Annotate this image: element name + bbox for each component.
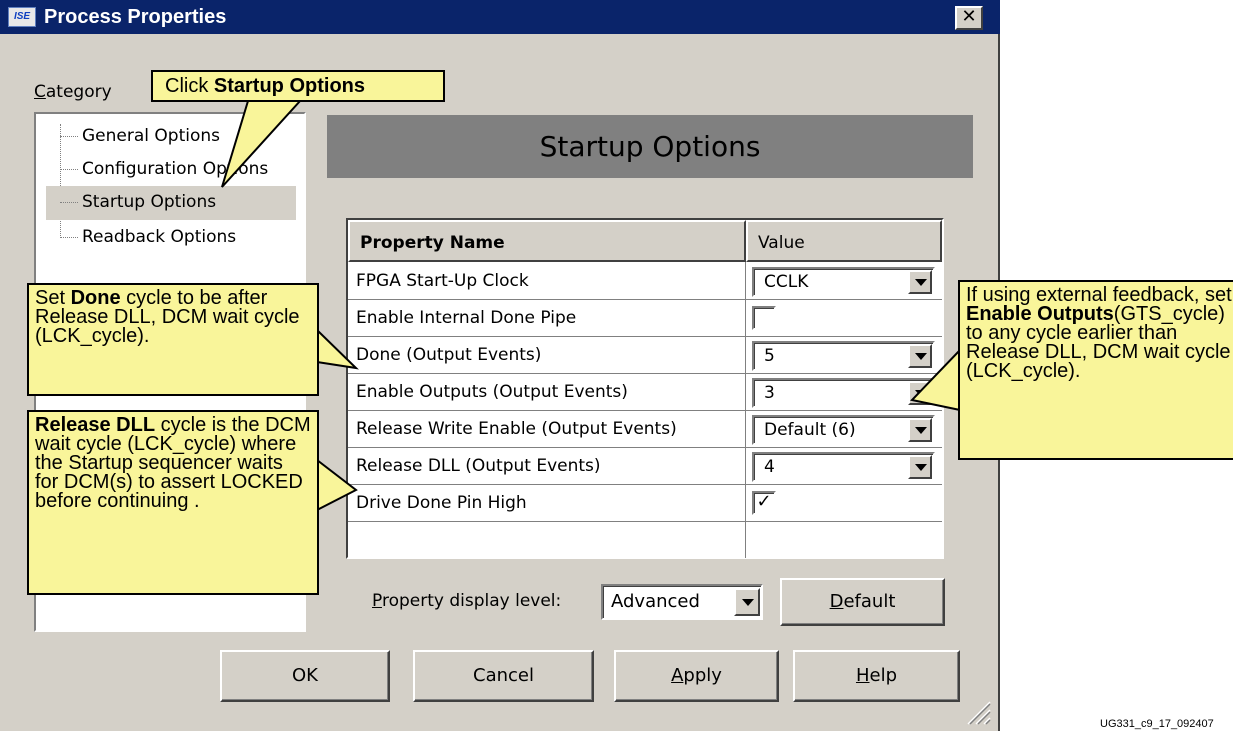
category-label: Category [34, 82, 112, 102]
callout-click-startup-options: Click Startup Options [151, 70, 445, 102]
select-value: Advanced [611, 591, 700, 612]
select-value: 5 [764, 346, 775, 366]
tree-item-label: Configuration Options [82, 159, 269, 179]
property-name-cell: Release Write Enable (Output Events) [356, 419, 677, 439]
tree-item-readback-options[interactable]: Readback Options [46, 221, 236, 253]
dropdown-arrow-icon[interactable] [908, 344, 932, 368]
section-title: Startup Options [539, 130, 761, 163]
tree-branch-icon [60, 153, 80, 185]
property-name-cell: Drive Done Pin High [356, 493, 527, 513]
apply-button[interactable]: Apply [614, 650, 779, 702]
cancel-button[interactable]: Cancel [413, 650, 594, 702]
dropdown-arrow-icon[interactable] [908, 418, 932, 442]
column-header-value[interactable]: Value [746, 220, 942, 262]
property-name-cell: FPGA Start-Up Clock [356, 271, 529, 291]
enable-internal-done-pipe-checkbox[interactable] [752, 306, 776, 330]
tree-branch-icon [60, 120, 80, 152]
ise-app-icon: ISE [8, 7, 36, 27]
select-value: Default (6) [764, 420, 856, 440]
release-write-enable-select[interactable]: Default (6) [752, 415, 935, 445]
select-value: 4 [764, 457, 775, 477]
default-button[interactable]: Default [780, 578, 945, 626]
apply-label-rest: pply [683, 665, 722, 686]
window-title: Process Properties [44, 6, 227, 28]
default-label-rest: efault [843, 591, 896, 612]
category-label-rest: ategory [45, 82, 112, 102]
tree-branch-icon [60, 186, 80, 218]
column-header-property-name[interactable]: Property Name [348, 220, 746, 262]
callout-release-dll: Release DLL cycle is the DCM wait cycle … [27, 410, 319, 595]
ok-button[interactable]: OK [220, 650, 390, 702]
property-name-cell: Release DLL (Output Events) [356, 456, 601, 476]
callout-enable-outputs: If using external feedback, set Enable O… [958, 280, 1233, 460]
apply-mnemonic: A [671, 665, 684, 686]
help-label-rest: elp [869, 665, 898, 686]
drive-done-pin-high-checkbox[interactable]: ✓ [752, 491, 776, 515]
tree-item-configuration-options[interactable]: Configuration Options [46, 153, 268, 185]
callout-bold-text: Startup Options [213, 75, 365, 97]
display-level-mnemonic: P [372, 591, 382, 611]
tree-item-startup-options[interactable]: Startup Options [46, 186, 216, 218]
property-display-level-label: Property display level: [372, 591, 561, 611]
property-name-cell: Done (Output Events) [356, 345, 542, 365]
callout-text: Click [165, 75, 214, 97]
figure-id: UG331_c9_17_092407 [1100, 718, 1214, 730]
close-button[interactable]: ✕ [955, 6, 983, 30]
dropdown-arrow-icon[interactable] [908, 455, 932, 479]
dropdown-arrow-icon[interactable] [908, 381, 932, 405]
dropdown-arrow-icon[interactable] [734, 588, 760, 616]
tree-item-label: Readback Options [82, 227, 237, 247]
property-name-cell: Enable Internal Done Pipe [356, 308, 577, 328]
tree-item-label: General Options [82, 126, 220, 146]
property-display-level-select[interactable]: Advanced [601, 584, 763, 620]
default-mnemonic: D [829, 591, 844, 612]
callout-done-cycle: Set Done cycle to be after Release DLL, … [27, 283, 319, 396]
release-dll-select[interactable]: 4 [752, 452, 935, 482]
help-button[interactable]: Help [793, 650, 960, 702]
dropdown-arrow-icon[interactable] [908, 270, 932, 294]
select-value: CCLK [764, 272, 809, 292]
select-value: 3 [764, 383, 775, 403]
help-mnemonic: H [855, 665, 870, 686]
category-mnemonic: C [34, 82, 46, 102]
tree-branch-icon [60, 221, 80, 253]
property-name-cell: Enable Outputs (Output Events) [356, 382, 628, 402]
resize-grip-icon[interactable] [962, 696, 992, 726]
display-level-label-rest: roperty display level: [381, 591, 562, 611]
tree-item-label: Startup Options [82, 192, 217, 212]
done-cycle-select[interactable]: 5 [752, 341, 935, 371]
fpga-startup-clock-select[interactable]: CCLK [752, 267, 935, 297]
enable-outputs-select[interactable]: 3 [752, 378, 935, 408]
tree-item-general-options[interactable]: General Options [46, 120, 220, 152]
